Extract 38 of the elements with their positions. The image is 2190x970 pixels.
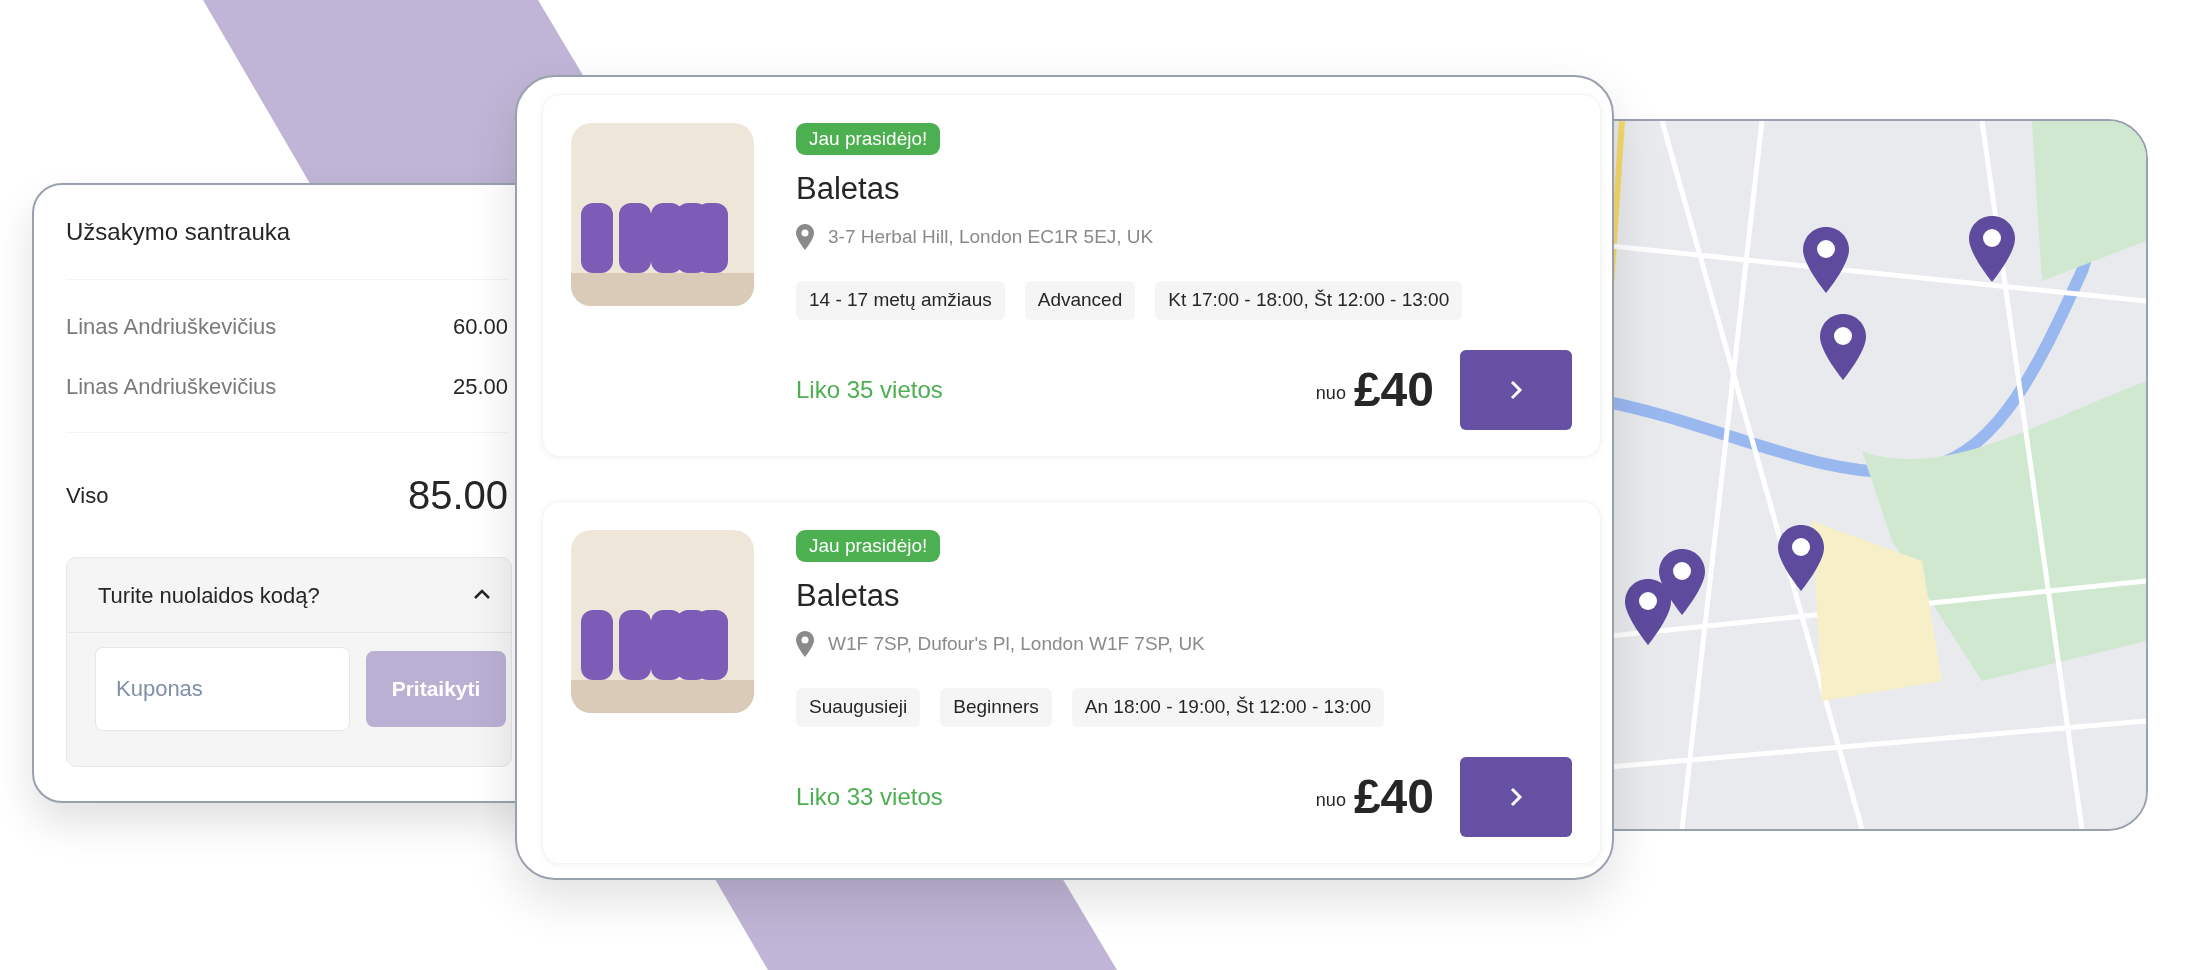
class-tag: 14 - 17 metų amžiaus (796, 281, 1005, 320)
location-pin-icon (796, 224, 814, 250)
price: £40 (1353, 769, 1434, 825)
map-pin-icon (1803, 227, 1849, 293)
class-address: W1F 7SP, Dufour's Pl, London W1F 7SP, UK (828, 631, 1205, 656)
item-amount: 60.00 (452, 312, 508, 341)
class-tag: Advanced (1024, 281, 1136, 320)
chevron-right-icon (1509, 786, 1523, 808)
class-title: Baletas (796, 169, 901, 208)
coupon-toggle[interactable]: Turite nuolaidos kodą? (67, 558, 511, 633)
item-name: Linas Andriuškevičius (66, 372, 277, 401)
next-button[interactable] (1460, 757, 1572, 837)
map-pin-icon (1969, 216, 2015, 282)
availability-text: Liko 35 vietos (796, 375, 943, 405)
chevron-right-icon (1509, 379, 1523, 401)
total-label: Viso (66, 481, 109, 510)
price: £40 (1353, 362, 1434, 418)
location-pin-icon (796, 631, 814, 657)
next-button[interactable] (1460, 350, 1572, 430)
class-address: 3-7 Herbal Hill, London EC1R 5EJ, UK (828, 224, 1154, 249)
class-tag: An 18:00 - 19:00, Št 12:00 - 13:00 (1071, 688, 1385, 727)
availability-text: Liko 33 vietos (796, 782, 943, 812)
status-badge: Jau prasidėjo! (796, 123, 941, 155)
class-tag: Beginners (940, 688, 1052, 727)
price-prefix: nuo (1315, 788, 1346, 812)
order-summary-title: Užsakymo santrauka (66, 217, 292, 247)
item-name: Linas Andriuškevičius (66, 312, 277, 341)
class-title: Baletas (796, 576, 901, 615)
status-badge: Jau prasidėjo! (796, 530, 941, 562)
coupon-input[interactable]: Kuponas (95, 647, 350, 731)
price-prefix: nuo (1315, 381, 1346, 405)
map-pin-icon (1778, 525, 1824, 591)
class-tag: Kt 17:00 - 18:00, Št 12:00 - 13:00 (1155, 281, 1463, 320)
item-amount: 25.00 (452, 372, 508, 401)
total-amount: 85.00 (407, 472, 508, 519)
class-tag: Suaugusieji (796, 688, 921, 727)
map-pin-icon (1820, 314, 1866, 380)
map-pin-icon (1625, 579, 1671, 645)
